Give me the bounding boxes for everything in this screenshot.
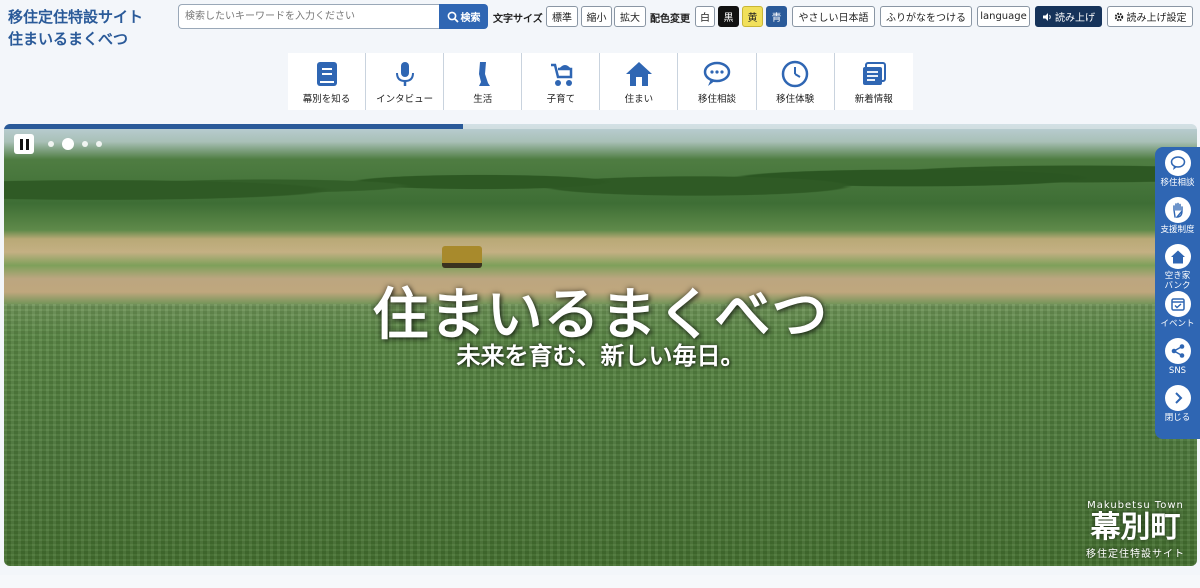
stroller-icon — [550, 63, 573, 86]
chat-icon — [703, 61, 731, 86]
side-item-close[interactable]: 閉じる — [1155, 385, 1200, 432]
side-label: 支援制度 — [1160, 225, 1195, 235]
nav-label: 幕別を知る — [302, 94, 351, 105]
global-nav: 幕別を知る インタビュー 生活 子育て 住まい 移住相談 移住体験 新着情報 — [288, 53, 913, 110]
color-yellow-button[interactable]: 黄 — [742, 6, 763, 27]
side-item-consultation[interactable]: 移住相談 — [1155, 150, 1200, 197]
calendar-icon — [1170, 298, 1185, 311]
side-label: 空き家 バンク — [1164, 271, 1191, 291]
font-size-small-button[interactable]: 縮小 — [581, 6, 612, 27]
font-size-label: 文字サイズ — [493, 14, 543, 25]
color-blue-button[interactable]: 青 — [766, 6, 787, 27]
nav-item-consultation[interactable]: 移住相談 — [678, 53, 757, 110]
read-aloud-button[interactable]: 読み上げ — [1035, 6, 1102, 27]
nav-item-life[interactable]: 生活 — [444, 53, 523, 110]
house-icon — [625, 62, 652, 86]
share-icon — [1171, 344, 1184, 358]
microphone-icon — [395, 62, 414, 86]
nav-item-childcare[interactable]: 子育て — [522, 53, 601, 110]
nav-label: 移住体験 — [776, 94, 815, 105]
chat-icon — [1170, 156, 1185, 170]
house-icon — [1170, 250, 1185, 263]
slider-dot[interactable] — [96, 141, 102, 147]
side-panel: 移住相談 支援制度 空き家 バンク イベント SNS 閉じる — [1155, 147, 1200, 439]
color-black-button[interactable]: 黒 — [718, 6, 739, 27]
search-button-label: 検索 — [460, 13, 481, 24]
page-bottom-strip — [0, 575, 1200, 588]
clock-icon — [781, 60, 809, 88]
search-input[interactable] — [178, 4, 439, 29]
news-icon — [862, 62, 886, 85]
nav-label: 住まい — [624, 94, 654, 105]
slider-dot-active[interactable] — [62, 138, 74, 150]
leg-icon — [478, 62, 490, 86]
nav-item-experience[interactable]: 移住体験 — [757, 53, 835, 110]
town-logo-jp: 幕別町 — [1090, 510, 1181, 545]
search-icon — [447, 11, 459, 23]
nav-item-news[interactable]: 新着情報 — [835, 53, 913, 110]
site-title[interactable]: 移住定住特設サイト 住まいるまくべつ — [8, 6, 143, 50]
slider-dot[interactable] — [82, 141, 88, 147]
search-button[interactable]: 検索 — [439, 4, 488, 29]
hand-icon — [1172, 202, 1183, 218]
read-settings-button[interactable]: 読み上げ設定 — [1107, 6, 1193, 27]
speaker-icon — [1043, 12, 1051, 21]
nav-label: インタビュー — [376, 94, 434, 105]
read-settings-label: 読み上げ設定 — [1126, 13, 1187, 24]
furigana-button[interactable]: ふりがなをつける — [880, 6, 972, 27]
slider-progress-fill — [4, 124, 464, 129]
font-size-standard-button[interactable]: 標準 — [546, 6, 578, 27]
hero-slider: 住まいるまくべつ 未来を育む、新しい毎日。 Makubetsu Town 幕別町… — [4, 124, 1197, 566]
town-logo-sub: 移住定住特設サイト — [1086, 549, 1185, 560]
harvester-image — [442, 246, 482, 268]
nav-item-interview[interactable]: インタビュー — [366, 53, 445, 110]
side-item-event[interactable]: イベント — [1155, 291, 1200, 338]
pause-icon — [19, 138, 23, 150]
side-item-vacant-house[interactable]: 空き家 バンク — [1155, 244, 1200, 291]
side-label: SNS — [1168, 366, 1187, 376]
hero-trees — [4, 142, 1197, 222]
side-label: イベント — [1160, 319, 1195, 329]
pause-button[interactable] — [14, 134, 34, 154]
nav-label: 子育て — [546, 94, 576, 105]
site-title-line1: 移住定住特設サイト — [8, 8, 144, 26]
town-logo: Makubetsu Town 幕別町 移住定住特設サイト — [1086, 500, 1185, 560]
side-label: 閉じる — [1164, 413, 1191, 423]
hero-tagline: 未来を育む、新しい毎日。 — [456, 342, 745, 370]
gear-icon — [1114, 12, 1123, 21]
color-change-label: 配色変更 — [650, 14, 690, 25]
slider-progress-bar — [4, 124, 1197, 129]
search-bar: 検索 — [178, 4, 488, 29]
side-label: 移住相談 — [1160, 178, 1195, 188]
pause-icon — [25, 138, 29, 150]
read-aloud-label: 読み上げ — [1055, 13, 1095, 24]
font-size-large-button[interactable]: 拡大 — [614, 6, 646, 27]
color-white-button[interactable]: 白 — [695, 6, 715, 27]
nav-label: 生活 — [473, 94, 493, 105]
book-icon — [316, 62, 337, 86]
nav-item-housing[interactable]: 住まい — [600, 53, 679, 110]
slider-dot[interactable] — [48, 141, 54, 147]
side-item-sns[interactable]: SNS — [1155, 338, 1200, 385]
chevron-right-icon — [1174, 392, 1182, 404]
side-item-support[interactable]: 支援制度 — [1155, 197, 1200, 244]
nav-label: 移住相談 — [698, 94, 737, 105]
nav-label: 新着情報 — [854, 94, 893, 105]
nav-item-about[interactable]: 幕別を知る — [288, 53, 367, 110]
language-button[interactable]: language — [977, 6, 1030, 27]
slider-dots — [48, 138, 102, 150]
easy-japanese-button[interactable]: やさしい日本語 — [792, 6, 875, 27]
site-title-line2: 住まいるまくべつ — [8, 30, 129, 48]
